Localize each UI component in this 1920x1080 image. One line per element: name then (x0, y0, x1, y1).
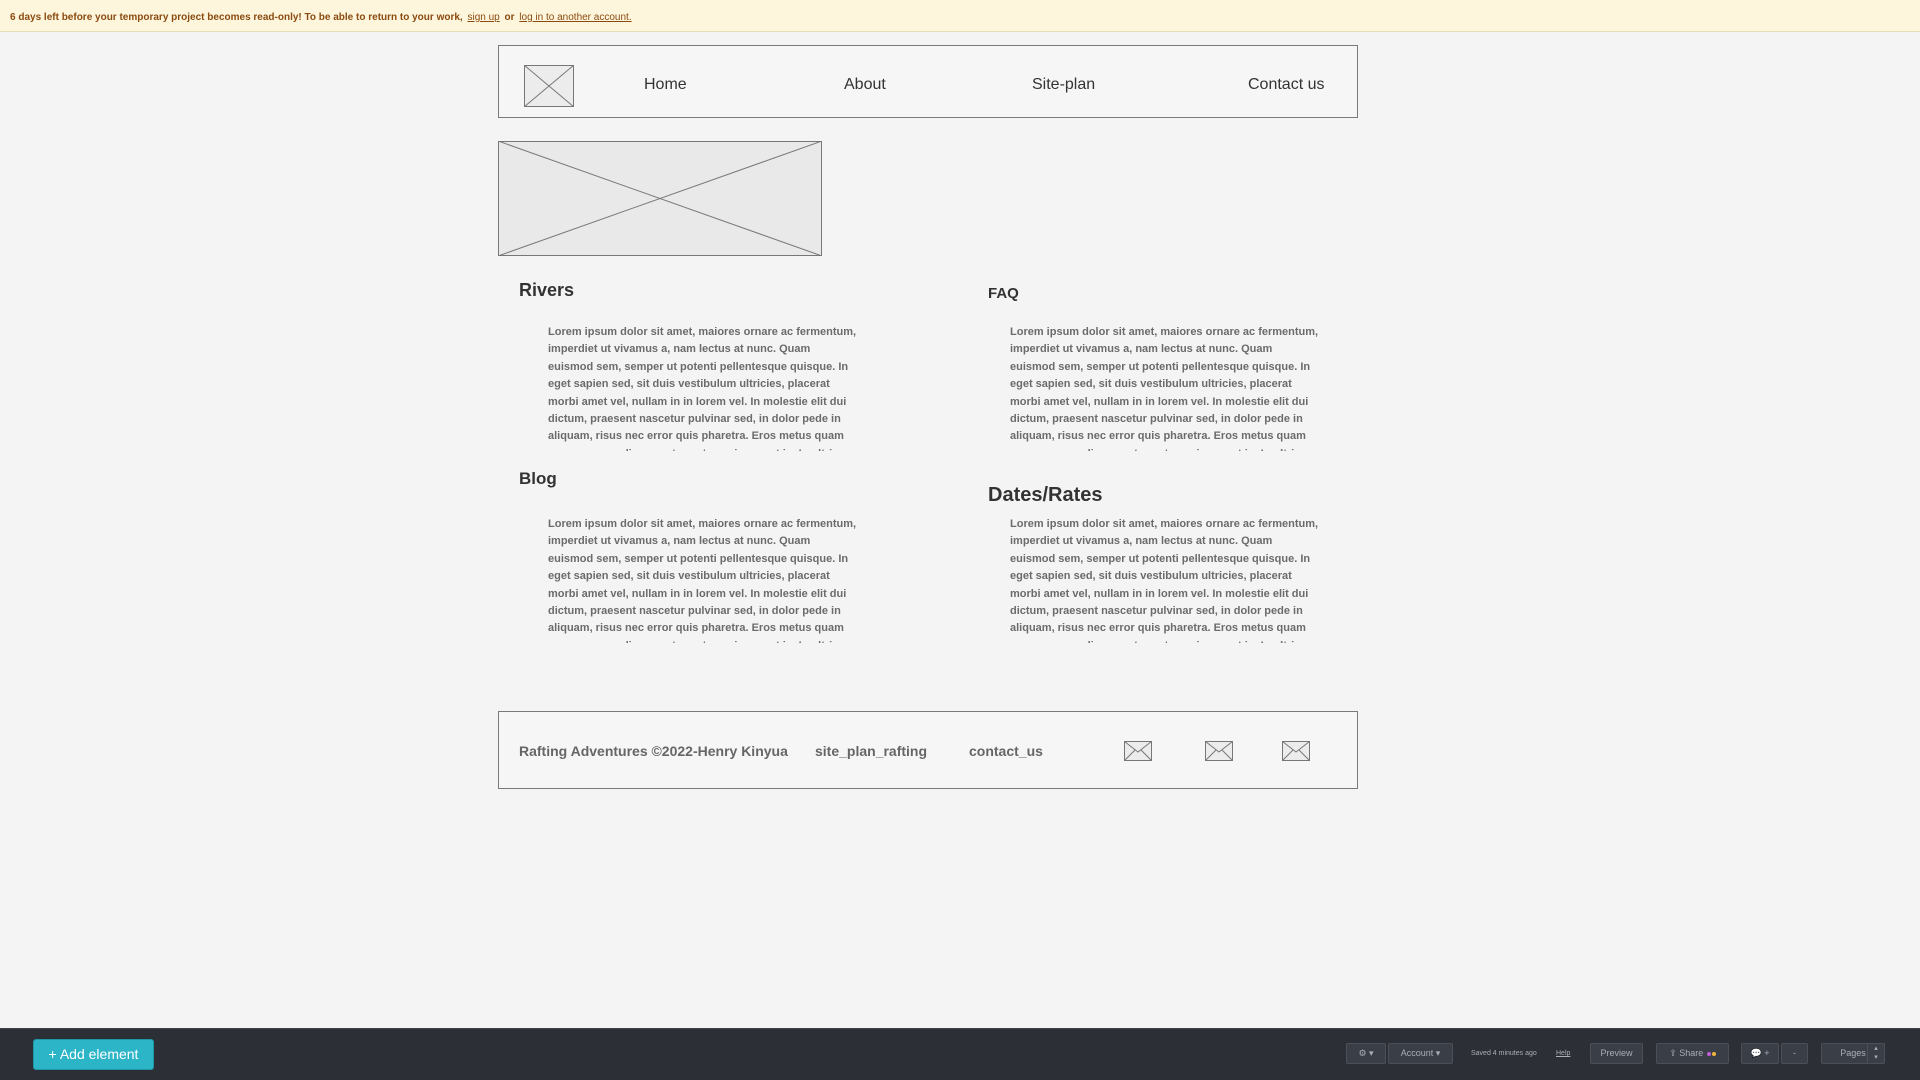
faq-heading[interactable]: FAQ (988, 285, 1019, 302)
share-icon: ⇪ (1669, 1048, 1677, 1058)
chevron-down-icon: ▾ (1435, 1048, 1441, 1058)
dates-rates-heading[interactable]: Dates/Rates (988, 484, 1103, 507)
editor-toolbar: + Add element ⚙ ▾ Account ▾ Saved 4 minu… (0, 1028, 1920, 1080)
logo-placeholder-icon[interactable] (524, 65, 574, 107)
envelope-icon[interactable] (1124, 741, 1152, 761)
footer-link-site-plan[interactable]: site_plan_rafting (815, 743, 927, 759)
chevron-up-icon: ▴ (1874, 1045, 1878, 1052)
pages-stepper[interactable]: ▴ ▾ (1867, 1043, 1885, 1064)
settings-button[interactable]: ⚙ ▾ (1346, 1043, 1386, 1064)
add-element-button[interactable]: + Add element (33, 1039, 154, 1070)
hero-image-placeholder-icon[interactable] (498, 141, 822, 256)
comments-count: + (1764, 1048, 1770, 1058)
nav-site-plan[interactable]: Site-plan (1032, 76, 1095, 94)
nav-contact-us[interactable]: Contact us (1248, 76, 1324, 94)
rivers-text[interactable]: Lorem ipsum dolor sit amet, maiores orna… (548, 324, 858, 451)
share-dot-icon (1711, 1051, 1716, 1056)
nav-home[interactable]: Home (644, 76, 687, 94)
pages-label: Pages (1840, 1048, 1866, 1058)
nav-bar[interactable]: Home About Site-plan Contact us (498, 45, 1358, 118)
preview-button[interactable]: Preview (1590, 1043, 1643, 1064)
blog-heading[interactable]: Blog (519, 469, 557, 489)
log-in-link[interactable]: log in to another account. (519, 12, 631, 23)
account-label: Account (1400, 1048, 1434, 1058)
blog-text[interactable]: Lorem ipsum dolor sit amet, maiores orna… (548, 516, 858, 643)
wireframe-canvas: Home About Site-plan Contact us Rivers L… (0, 33, 1920, 1028)
dates-rates-text[interactable]: Lorem ipsum dolor sit amet, maiores orna… (1010, 516, 1320, 643)
faq-text[interactable]: Lorem ipsum dolor sit amet, maiores orna… (1010, 324, 1320, 451)
footer-bar[interactable]: Rafting Adventures ©2022-Henry Kinyua si… (498, 711, 1358, 789)
account-button[interactable]: Account ▾ (1388, 1043, 1453, 1064)
banner-or-text: or (504, 12, 515, 23)
chevron-down-icon: ▾ (1874, 1054, 1878, 1061)
trial-message: 6 days left before your temporary projec… (10, 12, 463, 23)
nav-about[interactable]: About (844, 76, 886, 94)
comments-button[interactable]: 💬 + (1741, 1043, 1779, 1064)
rivers-heading[interactable]: Rivers (519, 280, 574, 301)
trial-banner: 6 days left before your temporary projec… (0, 0, 1920, 32)
footer-link-contact-us[interactable]: contact_us (969, 743, 1043, 759)
help-link[interactable]: Help (1556, 1050, 1570, 1057)
sign-up-link[interactable]: sign up (467, 12, 499, 23)
envelope-icon[interactable] (1282, 741, 1310, 761)
saved-status: Saved 4 minutes ago (1471, 1050, 1537, 1057)
share-label: Share (1679, 1048, 1704, 1058)
gear-icon: ⚙ (1358, 1048, 1367, 1058)
share-dot-icon (1706, 1051, 1711, 1056)
comment-icon: 💬 (1750, 1048, 1762, 1058)
share-button[interactable]: ⇪ Share (1656, 1043, 1729, 1064)
more-button[interactable]: - (1781, 1043, 1808, 1064)
envelope-icon[interactable] (1205, 741, 1233, 761)
footer-copyright: Rafting Adventures ©2022-Henry Kinyua (519, 743, 788, 759)
chevron-down-icon: ▾ (1369, 1048, 1374, 1058)
